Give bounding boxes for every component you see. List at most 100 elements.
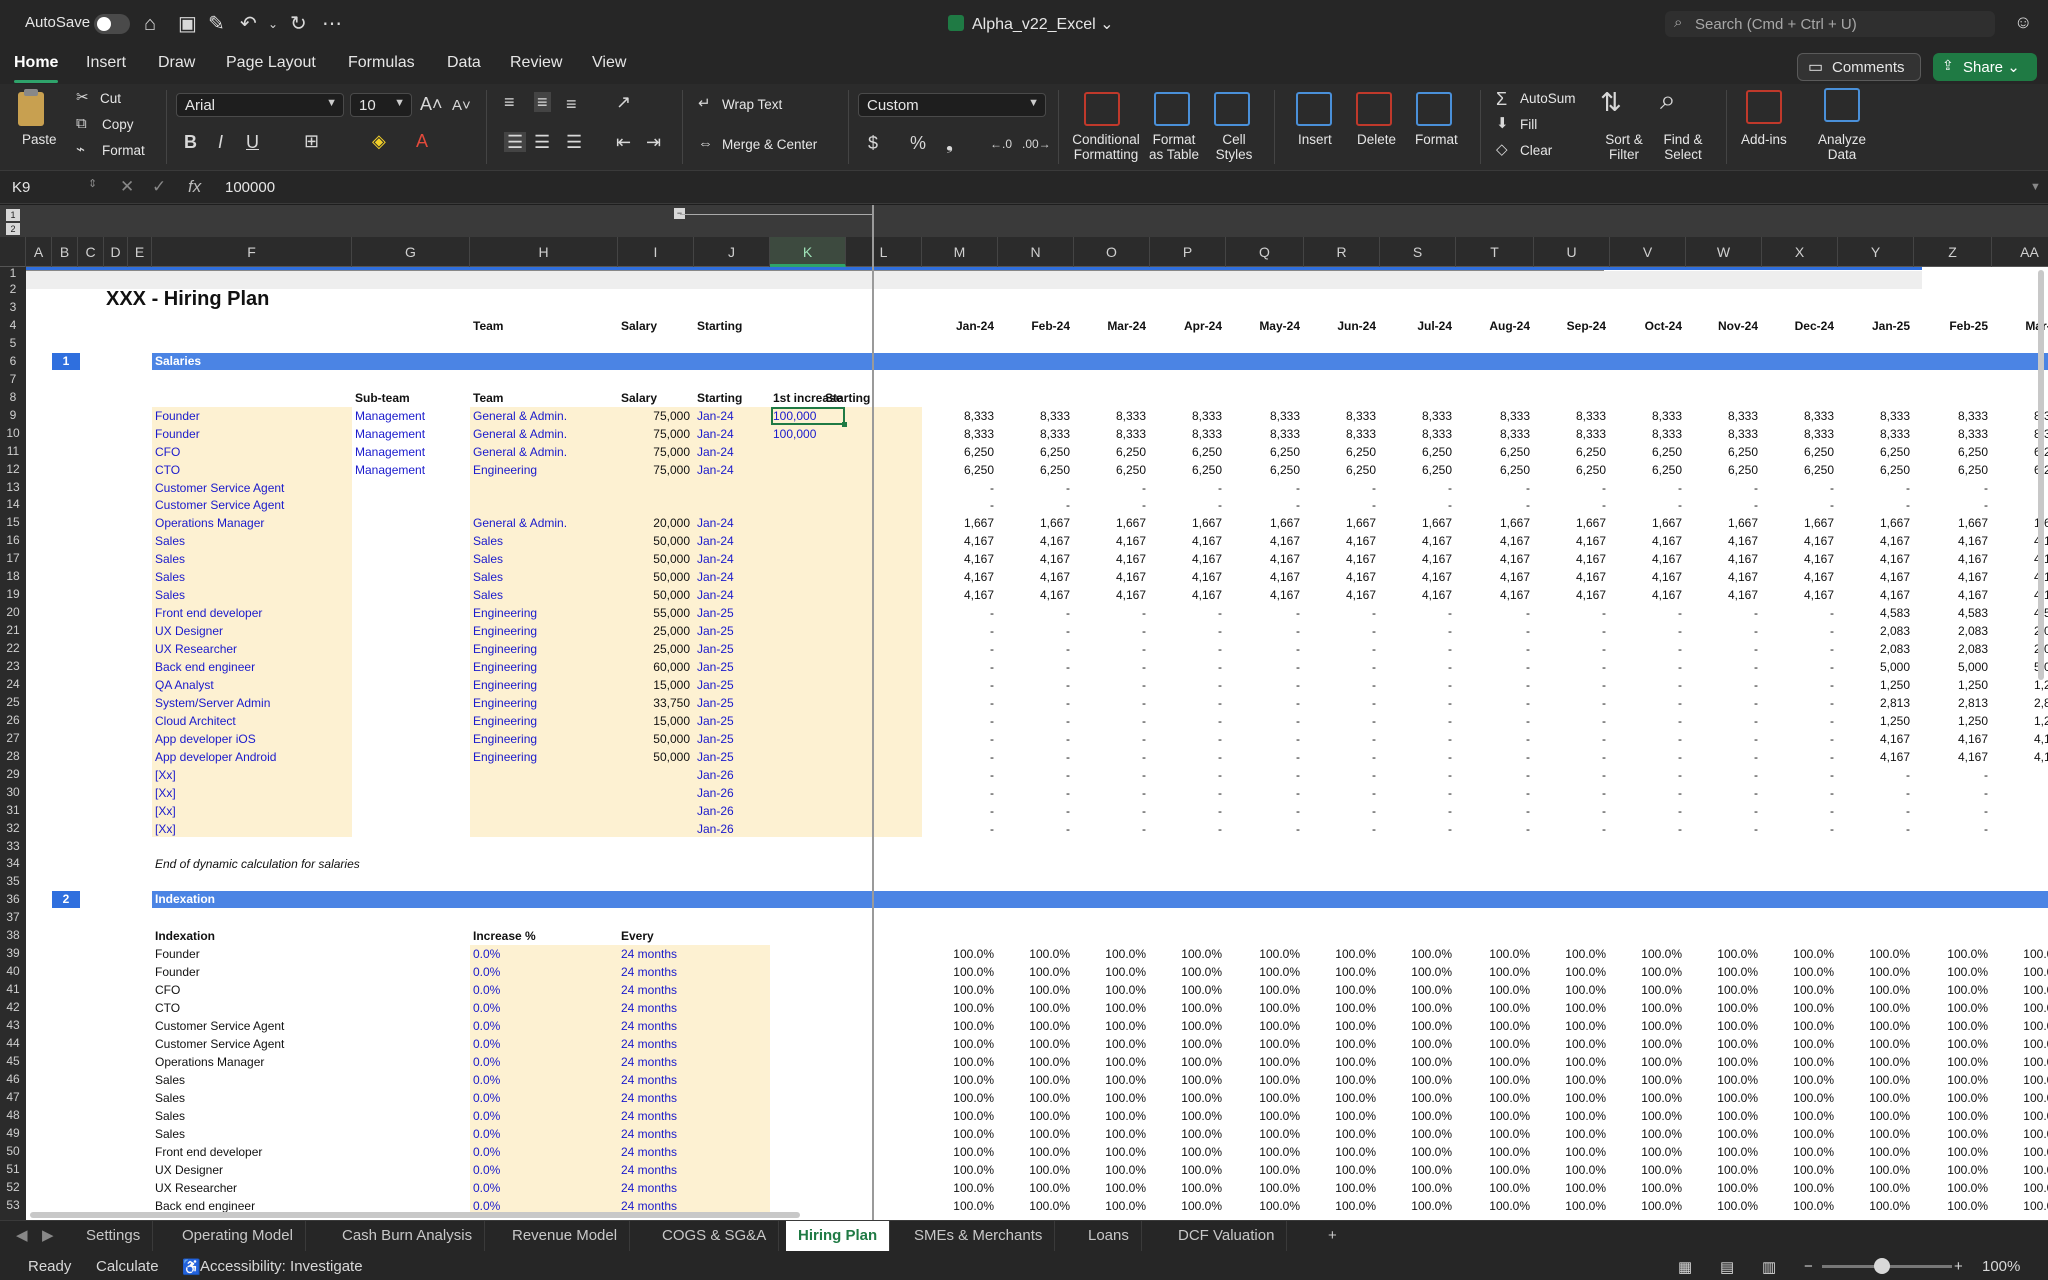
indexation-value-cell[interactable]: 100.0%	[1762, 1126, 1834, 1142]
role-cell[interactable]: Sales	[155, 533, 185, 549]
monthly-salary-cell[interactable]: -	[1304, 785, 1376, 801]
every-cell[interactable]: 24 months	[621, 1072, 677, 1088]
monthly-salary-cell[interactable]: 4,167	[1074, 551, 1146, 567]
normal-view-icon[interactable]: ▦	[1678, 1258, 1692, 1276]
row-header[interactable]: 39	[0, 945, 26, 963]
indexation-value-cell[interactable]: 100.0%	[1380, 1036, 1452, 1052]
row-header[interactable]: 22	[0, 640, 26, 658]
monthly-salary-cell[interactable]: -	[1762, 623, 1834, 639]
monthly-salary-cell[interactable]: -	[1610, 605, 1682, 621]
monthly-salary-cell[interactable]: 4,167	[1992, 749, 2048, 765]
tab-data[interactable]: Data	[447, 54, 481, 72]
monthly-salary-cell[interactable]: -	[1686, 659, 1758, 675]
orientation-icon[interactable]: ↗	[616, 92, 631, 112]
monthly-salary-cell[interactable]: -	[1304, 713, 1376, 729]
indexation-value-cell[interactable]: 100.0%	[1610, 1054, 1682, 1070]
search-input[interactable]: ⌕ Search (Cmd + Ctrl + U)	[1665, 11, 1995, 37]
sort-filter-button[interactable]: Sort & Filter	[1596, 132, 1652, 162]
indexation-role-cell[interactable]: Sales	[155, 1126, 185, 1142]
indexation-value-cell[interactable]: 100.0%	[1992, 1198, 2048, 1214]
cell-styles-button[interactable]: Cell Styles	[1206, 132, 1262, 162]
monthly-salary-cell[interactable]: 4,167	[1074, 569, 1146, 585]
indexation-value-cell[interactable]: 100.0%	[1686, 1162, 1758, 1178]
indexation-value-cell[interactable]: 100.0%	[1610, 1144, 1682, 1160]
indexation-value-cell[interactable]: 100.0%	[922, 1018, 994, 1034]
monthly-salary-cell[interactable]: -	[1456, 749, 1530, 765]
monthly-salary-cell[interactable]: -	[1226, 731, 1300, 747]
horizontal-scrollbar[interactable]	[30, 1212, 800, 1218]
monthly-salary-cell[interactable]: 4,167	[1380, 569, 1452, 585]
monthly-salary-cell[interactable]: -	[998, 713, 1070, 729]
monthly-salary-cell[interactable]: 2,813	[1992, 695, 2048, 711]
indexation-value-cell[interactable]: 100.0%	[1150, 1126, 1222, 1142]
row-header[interactable]: 5	[0, 335, 26, 353]
header-starting[interactable]: Starting	[697, 390, 742, 406]
monthly-salary-cell[interactable]: 8,333	[922, 426, 994, 442]
monthly-salary-cell[interactable]: -	[1762, 749, 1834, 765]
header-sub-team[interactable]: Sub-team	[355, 390, 410, 406]
monthly-salary-cell[interactable]: -	[1304, 821, 1376, 837]
indexation-value-cell[interactable]: 100.0%	[1150, 964, 1222, 980]
italic-icon[interactable]: I	[218, 132, 223, 152]
indexation-value-cell[interactable]: 100.0%	[1914, 1072, 1988, 1088]
monthly-salary-cell[interactable]: -	[1380, 659, 1452, 675]
indexation-value-cell[interactable]: 100.0%	[1914, 1000, 1988, 1016]
indexation-value-cell[interactable]: 100.0%	[922, 1126, 994, 1142]
column-header-b[interactable]: B	[52, 237, 78, 267]
add-sheet-icon[interactable]: +	[1316, 1221, 1349, 1251]
monthly-salary-cell[interactable]: 8,333	[1914, 426, 1988, 442]
monthly-salary-cell[interactable]: 6,250	[1074, 462, 1146, 478]
monthly-salary-cell[interactable]: 6,250	[922, 462, 994, 478]
monthly-salary-cell[interactable]: -	[1762, 480, 1834, 496]
indexation-role-cell[interactable]: Sales	[155, 1090, 185, 1106]
sub-team-cell[interactable]: Management	[355, 444, 425, 460]
monthly-salary-cell[interactable]: -	[1762, 605, 1834, 621]
monthly-salary-cell[interactable]: -	[1686, 821, 1758, 837]
column-header-q[interactable]: Q	[1226, 237, 1304, 267]
indexation-role-cell[interactable]: Sales	[155, 1072, 185, 1088]
monthly-salary-cell[interactable]: 6,250	[998, 444, 1070, 460]
indexation-value-cell[interactable]: 100.0%	[1304, 1000, 1376, 1016]
monthly-salary-cell[interactable]: 6,250	[1686, 462, 1758, 478]
indexation-value-cell[interactable]: 100.0%	[1304, 1036, 1376, 1052]
monthly-salary-cell[interactable]: -	[1380, 677, 1452, 693]
monthly-salary-cell[interactable]: 8,333	[1150, 426, 1222, 442]
monthly-salary-cell[interactable]: -	[922, 731, 994, 747]
indexation-value-cell[interactable]: 100.0%	[1380, 1162, 1452, 1178]
fill-color-icon[interactable]: ◈	[372, 131, 386, 151]
indexation-value-cell[interactable]: 100.0%	[1456, 1144, 1530, 1160]
column-header-y[interactable]: Y	[1838, 237, 1914, 267]
indexation-value-cell[interactable]: 100.0%	[998, 1072, 1070, 1088]
monthly-salary-cell[interactable]: 8,333	[1226, 408, 1300, 424]
increase-pct-cell[interactable]: 0.0%	[473, 1108, 500, 1124]
role-cell[interactable]: System/Server Admin	[155, 695, 270, 711]
team-cell[interactable]: Engineering	[473, 659, 537, 675]
indexation-role-cell[interactable]: Customer Service Agent	[155, 1036, 284, 1052]
page-layout-view-icon[interactable]: ▤	[1720, 1258, 1734, 1276]
increase-pct-cell[interactable]: 0.0%	[473, 1144, 500, 1160]
indexation-value-cell[interactable]: 100.0%	[1686, 1126, 1758, 1142]
monthly-salary-cell[interactable]: -	[1762, 785, 1834, 801]
row-header[interactable]: 10	[0, 425, 26, 443]
monthly-salary-cell[interactable]: -	[1838, 480, 1910, 496]
monthly-salary-cell[interactable]: 4,167	[1534, 569, 1606, 585]
outline-level-2[interactable]: 2	[6, 223, 20, 235]
indexation-value-cell[interactable]: 100.0%	[1150, 1072, 1222, 1088]
decrease-indent-icon[interactable]: ⇤	[616, 132, 631, 152]
monthly-salary-cell[interactable]: -	[1610, 731, 1682, 747]
fill-icon[interactable]: ⬇	[1496, 114, 1509, 134]
monthly-salary-cell[interactable]: 4,167	[1762, 569, 1834, 585]
monthly-salary-cell[interactable]: -	[998, 480, 1070, 496]
monthly-salary-cell[interactable]: -	[1304, 497, 1376, 513]
indexation-value-cell[interactable]: 100.0%	[1610, 1126, 1682, 1142]
cut-icon[interactable]: ✂	[76, 88, 89, 108]
row-header[interactable]: 18	[0, 568, 26, 586]
monthly-salary-cell[interactable]: -	[922, 767, 994, 783]
salary-cell[interactable]: 33,750	[618, 695, 690, 711]
indexation-value-cell[interactable]: 100.0%	[1838, 1180, 1910, 1196]
column-header-n[interactable]: N	[998, 237, 1074, 267]
indexation-value-cell[interactable]: 100.0%	[998, 1144, 1070, 1160]
monthly-salary-cell[interactable]: -	[1992, 785, 2048, 801]
monthly-salary-cell[interactable]: -	[1226, 677, 1300, 693]
save-icon[interactable]: ▣	[178, 12, 197, 36]
